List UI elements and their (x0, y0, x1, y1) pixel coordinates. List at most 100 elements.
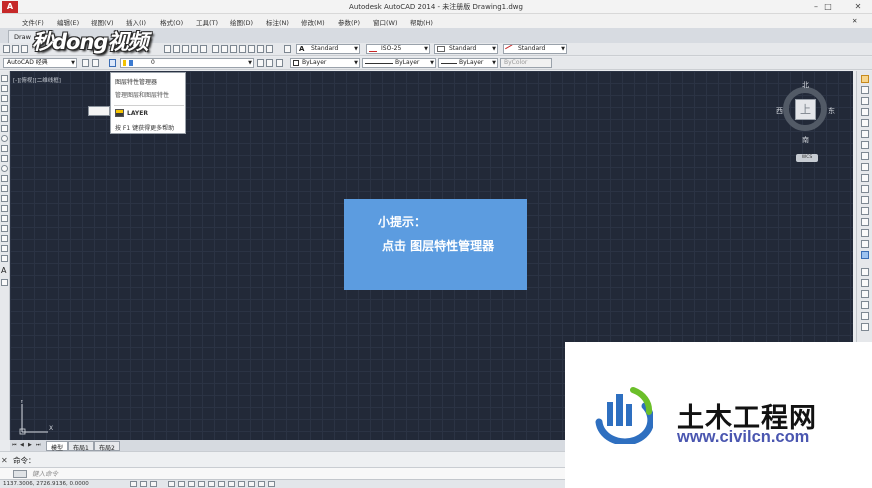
break-icon[interactable] (861, 196, 869, 204)
properties-icon[interactable] (200, 45, 207, 53)
make-block-icon[interactable] (1, 195, 8, 202)
gradient-icon[interactable] (1, 225, 8, 232)
menu-window[interactable]: 窗口(W) (373, 17, 398, 27)
last-layout-button[interactable]: ⏭ (36, 442, 42, 449)
trim-icon[interactable] (861, 174, 869, 182)
menu-draw[interactable]: 绘图(D) (230, 17, 253, 27)
viewcube-top-face[interactable]: 上 (795, 99, 816, 120)
line-icon[interactable] (1, 75, 8, 82)
layer-previous-icon[interactable] (266, 59, 273, 67)
previous-layout-button[interactable]: ◀ (20, 442, 26, 449)
revision-cloud-icon[interactable] (1, 145, 8, 152)
send-under-icon[interactable] (861, 312, 869, 320)
rectangle-icon[interactable] (1, 115, 8, 122)
draw-more-icon[interactable] (1, 279, 8, 286)
block-editor-icon[interactable] (257, 45, 264, 53)
grid-display-icon[interactable] (150, 481, 157, 487)
coordinates-readout[interactable]: 1137.3006, 2726.9136, 0.0000 (3, 481, 89, 487)
circle-icon[interactable] (1, 135, 8, 142)
new-icon[interactable] (3, 45, 10, 53)
compass-south[interactable]: 南 (802, 135, 809, 145)
text-style-dropdown[interactable]: A Standard ▼ (296, 44, 360, 54)
3d-object-snap-icon[interactable] (198, 481, 205, 487)
ortho-mode-icon[interactable] (168, 481, 175, 487)
tab-layout1[interactable]: 布局1 (68, 441, 94, 452)
workspace-settings-icon[interactable] (82, 59, 89, 67)
compass-east[interactable]: 东 (828, 106, 835, 116)
viewport-controls-label[interactable]: [-][俯视][二维线框] (13, 76, 61, 84)
command-customize-icon[interactable] (13, 470, 27, 478)
workspace-dropdown[interactable]: AutoCAD 经典 ▼ (3, 58, 77, 68)
explode-icon[interactable] (861, 251, 869, 259)
dynamic-ucs-icon[interactable] (218, 481, 225, 487)
blend-icon[interactable] (861, 240, 869, 248)
transparency-toggle-icon[interactable] (248, 481, 255, 487)
fillet-icon[interactable] (861, 229, 869, 237)
open-icon[interactable] (12, 45, 19, 53)
ellipse-arc-icon[interactable] (1, 175, 8, 182)
draw-order-front-icon[interactable] (861, 279, 869, 287)
tool-palettes-icon[interactable] (221, 45, 228, 53)
multileader-style-dropdown[interactable]: Standard ▼ (503, 44, 567, 54)
selection-cycling-icon[interactable] (268, 481, 275, 487)
insert-block-icon[interactable] (1, 185, 8, 192)
snap-mode-icon[interactable] (140, 481, 147, 487)
zoom-realtime-icon[interactable] (173, 45, 180, 53)
command-input[interactable] (32, 469, 432, 479)
mirror-icon[interactable] (861, 97, 869, 105)
first-layout-button[interactable]: ⏮ (12, 442, 18, 449)
hatch-icon[interactable] (1, 215, 8, 222)
arc-icon[interactable] (1, 125, 8, 132)
lineweight-dropdown[interactable]: ByLayer ▼ (438, 58, 498, 68)
wcs-menu-button[interactable]: WCS (796, 154, 818, 162)
copy-icon[interactable] (861, 86, 869, 94)
close-document-button[interactable]: ✕ (852, 17, 857, 25)
tab-layout2[interactable]: 布局2 (94, 441, 120, 452)
design-center-icon[interactable] (212, 45, 219, 53)
pan-icon[interactable] (164, 45, 171, 53)
color-dropdown[interactable]: ByLayer ▼ (290, 58, 360, 68)
layer-dropdown[interactable]: 0 ▼ (120, 58, 254, 68)
table-style-dropdown[interactable]: Standard ▼ (434, 44, 498, 54)
linetype-dropdown[interactable]: ByLayer ▼ (362, 58, 436, 68)
sheet-set-icon[interactable] (230, 45, 237, 53)
multiline-text-icon[interactable]: A (1, 267, 8, 275)
quickcalc-icon[interactable] (248, 45, 255, 53)
draw-order-icon[interactable] (861, 268, 869, 276)
move-icon[interactable] (861, 130, 869, 138)
viewcube[interactable]: 上 北 西 东 南 WCS (776, 80, 838, 164)
extend-icon[interactable] (861, 185, 869, 193)
compass-west[interactable]: 西 (776, 106, 783, 116)
polar-tracking-icon[interactable] (178, 481, 185, 487)
quick-properties-icon[interactable] (258, 481, 265, 487)
dim-style-dropdown[interactable]: ISO-25 ▼ (366, 44, 430, 54)
menu-tools[interactable]: 工具(T) (196, 17, 218, 27)
menu-format[interactable]: 格式(O) (160, 17, 183, 27)
menu-modify[interactable]: 修改(M) (301, 17, 325, 27)
rotate-icon[interactable] (861, 141, 869, 149)
point-icon[interactable] (1, 205, 8, 212)
menu-parametric[interactable]: 参数(P) (338, 17, 360, 27)
add-selected-icon[interactable] (1, 255, 8, 262)
layer-isolate-icon[interactable] (276, 59, 283, 67)
text-above-icon[interactable] (861, 323, 869, 331)
join-icon[interactable] (861, 207, 869, 215)
zoom-window-icon[interactable] (182, 45, 189, 53)
scale-icon[interactable] (861, 152, 869, 160)
bring-above-icon[interactable] (861, 301, 869, 309)
markup-icon[interactable] (239, 45, 246, 53)
chamfer-icon[interactable] (861, 218, 869, 226)
object-snap-icon[interactable] (188, 481, 195, 487)
array-icon[interactable] (861, 119, 869, 127)
object-snap-tracking-icon[interactable] (208, 481, 215, 487)
menu-help[interactable]: 帮助(H) (410, 17, 433, 27)
region-icon[interactable] (1, 235, 8, 242)
zoom-previous-icon[interactable] (191, 45, 198, 53)
next-layout-button[interactable]: ▶ (28, 442, 34, 449)
layer-properties-manager-icon[interactable] (109, 59, 116, 67)
command-line-close-button[interactable]: ✕ (1, 456, 8, 465)
layer-walk-icon[interactable] (266, 45, 273, 53)
workspace-save-icon[interactable] (92, 59, 99, 67)
tab-model[interactable]: 模型 (46, 441, 69, 452)
ellipse-icon[interactable] (1, 165, 8, 172)
